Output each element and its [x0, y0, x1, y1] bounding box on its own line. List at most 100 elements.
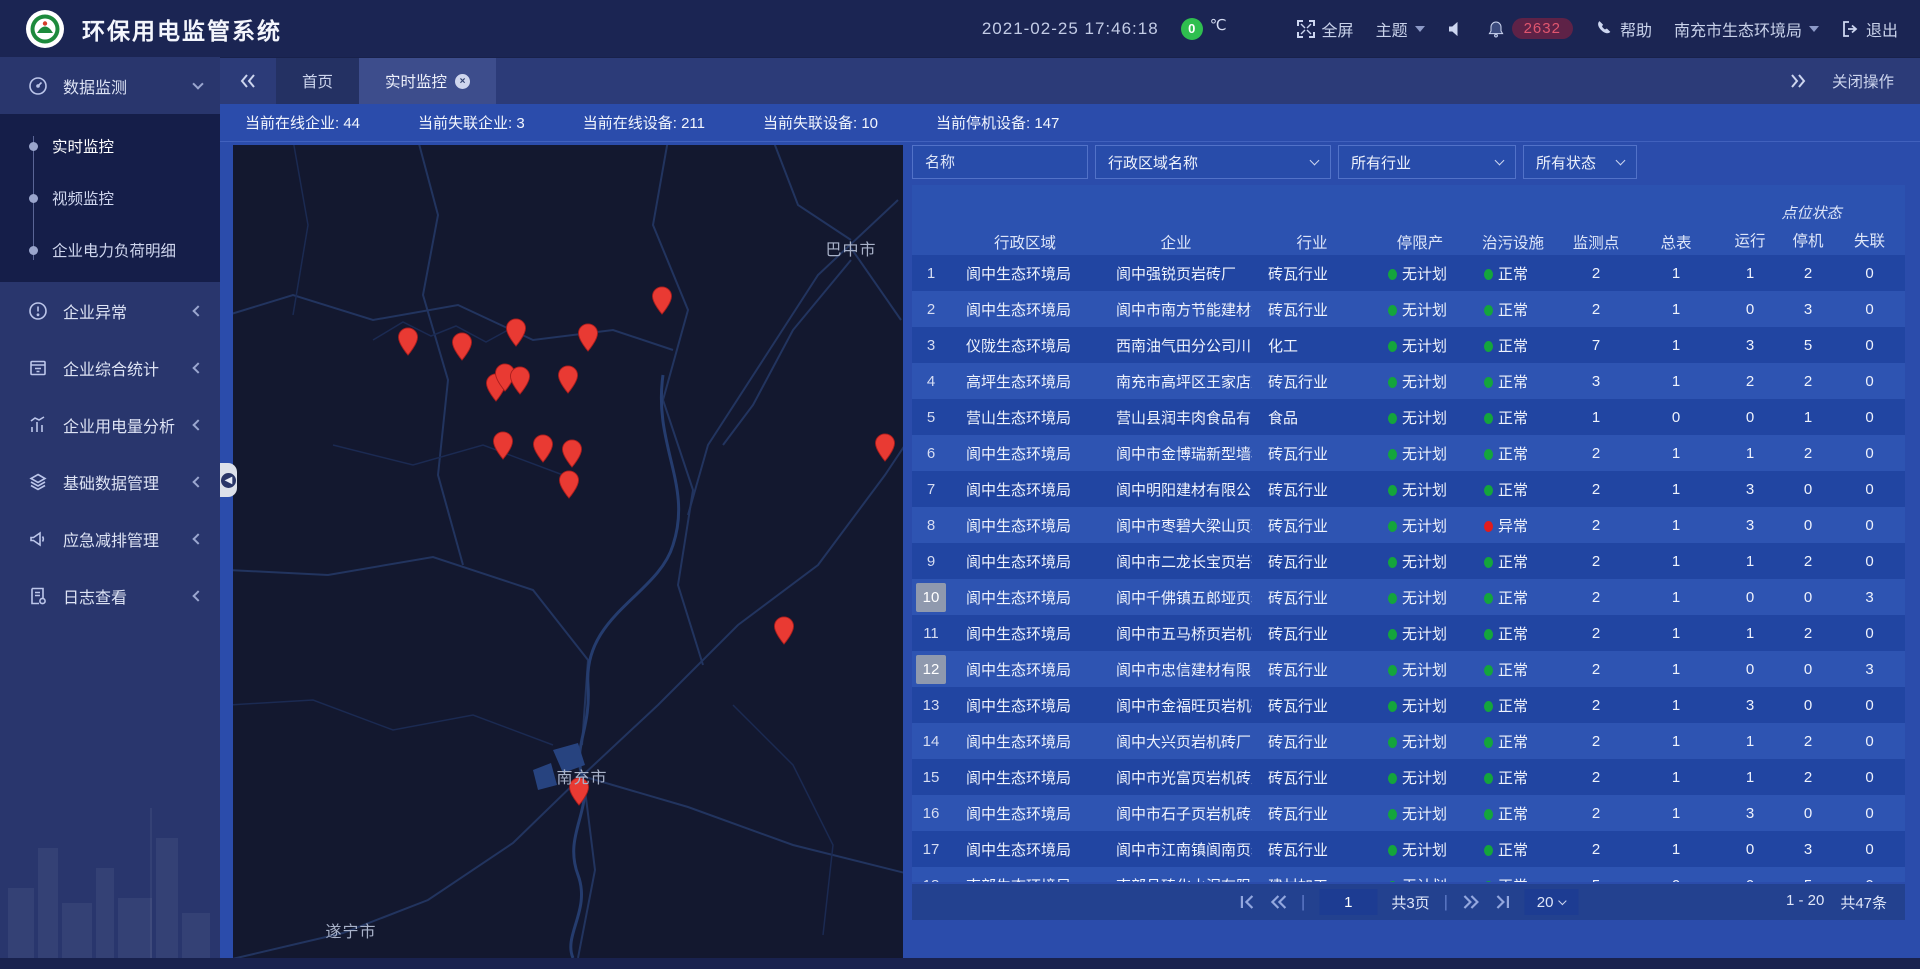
cell-company: 阆中市忠信建材有限公	[1100, 651, 1252, 687]
status-stopped-devices: 当前停机设备: 147	[936, 112, 1059, 133]
name-search-input[interactable]	[912, 145, 1088, 179]
cell-facility: 正常	[1468, 579, 1558, 615]
cell-run: 0	[1718, 651, 1782, 687]
cell-run: 0	[1718, 831, 1782, 867]
sidebar-item-enterprise-statistics[interactable]: 企业综合统计	[0, 339, 220, 396]
cell-industry: 砖瓦行业	[1252, 831, 1372, 867]
page-number-input[interactable]	[1319, 889, 1377, 915]
cell-region: 阆中生态环境局	[950, 471, 1100, 507]
tabs-scroll-left-button[interactable]	[220, 58, 276, 104]
notifications[interactable]: 2632	[1487, 18, 1573, 39]
header-lost: 失联	[1834, 225, 1905, 255]
table-row[interactable]: 10 阆中生态环境局 阆中千佛镇五郎垭页岩 砖瓦行业 无计划 正常 2 1 0 …	[912, 579, 1905, 615]
map-pin[interactable]	[505, 318, 527, 352]
table-row[interactable]: 5 营山生态环境局 营山县润丰肉食品有限 食品 无计划 正常 1 0 0 1 0	[912, 399, 1905, 435]
cell-industry: 砖瓦行业	[1252, 687, 1372, 723]
cell-monitor: 2	[1558, 507, 1634, 543]
sidebar-item-emergency-reduction[interactable]: 应急减排管理	[0, 510, 220, 567]
table-row[interactable]: 9 阆中生态环境局 阆中市二龙长宝页岩砖 砖瓦行业 无计划 正常 2 1 1 2…	[912, 543, 1905, 579]
table-row[interactable]: 8 阆中生态环境局 阆中市枣碧大梁山页岩 砖瓦行业 无计划 异常 2 1 3 0…	[912, 507, 1905, 543]
map-pin[interactable]	[557, 365, 579, 399]
close-icon[interactable]: ×	[455, 74, 470, 89]
sidebar-item-enterprise-abnormal[interactable]: 企业异常	[0, 282, 220, 339]
previous-page-button[interactable]	[1270, 895, 1287, 909]
map-pin-icon	[773, 616, 795, 645]
page-size-select[interactable]: 20	[1524, 889, 1578, 915]
table-row[interactable]: 16 阆中生态环境局 阆中市石子页岩机砖厂 砖瓦行业 无计划 正常 2 1 3 …	[912, 795, 1905, 831]
theme-dropdown[interactable]: 主题	[1376, 17, 1425, 41]
cell-production: 无计划	[1372, 795, 1468, 831]
cell-monitor: 5	[1558, 867, 1634, 882]
sidebar-item-realtime-monitoring[interactable]: 实时监控	[0, 120, 220, 172]
region-select[interactable]: 行政区域名称	[1095, 145, 1331, 179]
status-dot-icon	[1388, 521, 1397, 532]
sidebar-item-power-analysis[interactable]: 企业用电量分析	[0, 396, 220, 453]
table-row[interactable]: 2 阆中生态环境局 阆中市南方节能建材有 砖瓦行业 无计划 正常 2 1 0 3…	[912, 291, 1905, 327]
map[interactable]: 巴中市南充市遂宁市	[233, 145, 903, 958]
status-dot-icon	[1388, 485, 1397, 496]
status-bar: 当前在线企业: 44 当前失联企业: 3 当前在线设备: 211 当前失联设备:…	[220, 104, 1920, 142]
sidebar-item-power-load-detail[interactable]: 企业电力负荷明细	[0, 224, 220, 276]
sidebar-item-base-data[interactable]: 基础数据管理	[0, 453, 220, 510]
phone-icon	[1595, 20, 1613, 38]
tab-home[interactable]: 首页	[276, 58, 359, 104]
sidebar-collapse-handle[interactable]: ◀	[220, 463, 237, 497]
cell-monitor: 2	[1558, 615, 1634, 651]
close-operations-button[interactable]: 关闭操作	[1832, 70, 1894, 92]
megaphone-icon	[28, 529, 48, 549]
table-row[interactable]: 6 阆中生态环境局 阆中市金博瑞新型墙材 砖瓦行业 无计划 正常 2 1 1 2…	[912, 435, 1905, 471]
first-page-button[interactable]	[1239, 895, 1256, 909]
status-dot-icon	[1484, 557, 1493, 568]
sidebar-item-video-monitoring[interactable]: 视频监控	[0, 172, 220, 224]
sidebar-item-data-monitoring[interactable]: 数据监测	[0, 57, 220, 114]
pagination-bar: | 共3页 | 20	[912, 884, 1905, 920]
table-row[interactable]: 3 仪陇生态环境局 西南油气田分公司川中 化工 无计划 正常 7 1 3 5 0	[912, 327, 1905, 363]
table-row[interactable]: 13 阆中生态环境局 阆中市金福旺页岩机砖 砖瓦行业 无计划 正常 2 1 3 …	[912, 687, 1905, 723]
table-row[interactable]: 1 阆中生态环境局 阆中强锐页岩砖厂 砖瓦行业 无计划 正常 2 1 1 2 0	[912, 255, 1905, 291]
row-index: 5	[916, 403, 946, 432]
map-pin[interactable]	[561, 439, 583, 473]
map-pin[interactable]	[577, 323, 599, 357]
sidebar-item-log-view[interactable]: 日志查看	[0, 567, 220, 624]
chevron-left-icon	[192, 590, 203, 601]
table-row[interactable]: 12 阆中生态环境局 阆中市忠信建材有限公 砖瓦行业 无计划 正常 2 1 0 …	[912, 651, 1905, 687]
map-pin[interactable]	[509, 366, 531, 400]
map-pin[interactable]	[397, 327, 419, 361]
header-facility: 治污设施	[1468, 185, 1558, 255]
table-row[interactable]: 4 高坪生态环境局 南充市高坪区王家店建 砖瓦行业 无计划 正常 3 1 2 2…	[912, 363, 1905, 399]
table-row[interactable]: 15 阆中生态环境局 阆中市光富页岩机砖厂 砖瓦行业 无计划 正常 2 1 1 …	[912, 759, 1905, 795]
cell-production: 无计划	[1372, 759, 1468, 795]
status-select[interactable]: 所有状态	[1523, 145, 1637, 179]
mute-button[interactable]	[1447, 20, 1465, 38]
table-row[interactable]: 14 阆中生态环境局 阆中大兴页岩机砖厂 砖瓦行业 无计划 正常 2 1 1 2…	[912, 723, 1905, 759]
org-dropdown[interactable]: 南充市生态环境局	[1674, 17, 1819, 41]
map-pin[interactable]	[558, 470, 580, 504]
cell-region: 阆中生态环境局	[950, 651, 1100, 687]
logout-button[interactable]: 退出	[1841, 17, 1898, 41]
bullet-icon	[29, 194, 38, 203]
help-button[interactable]: 帮助	[1595, 17, 1652, 41]
table-row[interactable]: 11 阆中生态环境局 阆中市五马桥页岩机砖 砖瓦行业 无计划 正常 2 1 1 …	[912, 615, 1905, 651]
map-pin[interactable]	[492, 431, 514, 465]
fullscreen-button[interactable]: 全屏	[1297, 17, 1354, 41]
map-pin[interactable]	[532, 434, 554, 468]
cell-region: 阆中生态环境局	[950, 687, 1100, 723]
next-page-button[interactable]	[1462, 895, 1479, 909]
table-row[interactable]: 7 阆中生态环境局 阆中明阳建材有限公司 砖瓦行业 无计划 正常 2 1 3 0…	[912, 471, 1905, 507]
cell-run: 0	[1718, 399, 1782, 435]
map-pin[interactable]	[651, 286, 673, 320]
tab-realtime-monitoring[interactable]: 实时监控 ×	[359, 58, 496, 104]
table-row[interactable]: 17 阆中生态环境局 阆中市江南镇阆南页岩 砖瓦行业 无计划 正常 2 1 0 …	[912, 831, 1905, 867]
map-pin[interactable]	[874, 433, 896, 467]
map-pin[interactable]	[451, 332, 473, 366]
map-pin[interactable]	[773, 616, 795, 650]
row-index: 7	[916, 475, 946, 504]
table-row[interactable]: 18 南部生态环境局 南部县砖化水泥有限公 建材加工 无计划 正常 5 0 0 …	[912, 867, 1905, 882]
last-page-button[interactable]	[1493, 895, 1510, 909]
chevron-left-icon	[192, 362, 203, 373]
industry-select[interactable]: 所有行业	[1338, 145, 1516, 179]
tabs-scroll-right-button[interactable]	[1790, 74, 1806, 88]
app-title: 环保用电监管系统	[82, 12, 282, 46]
header-run: 运行	[1718, 225, 1782, 255]
cell-company: 阆中千佛镇五郎垭页岩	[1100, 579, 1252, 615]
